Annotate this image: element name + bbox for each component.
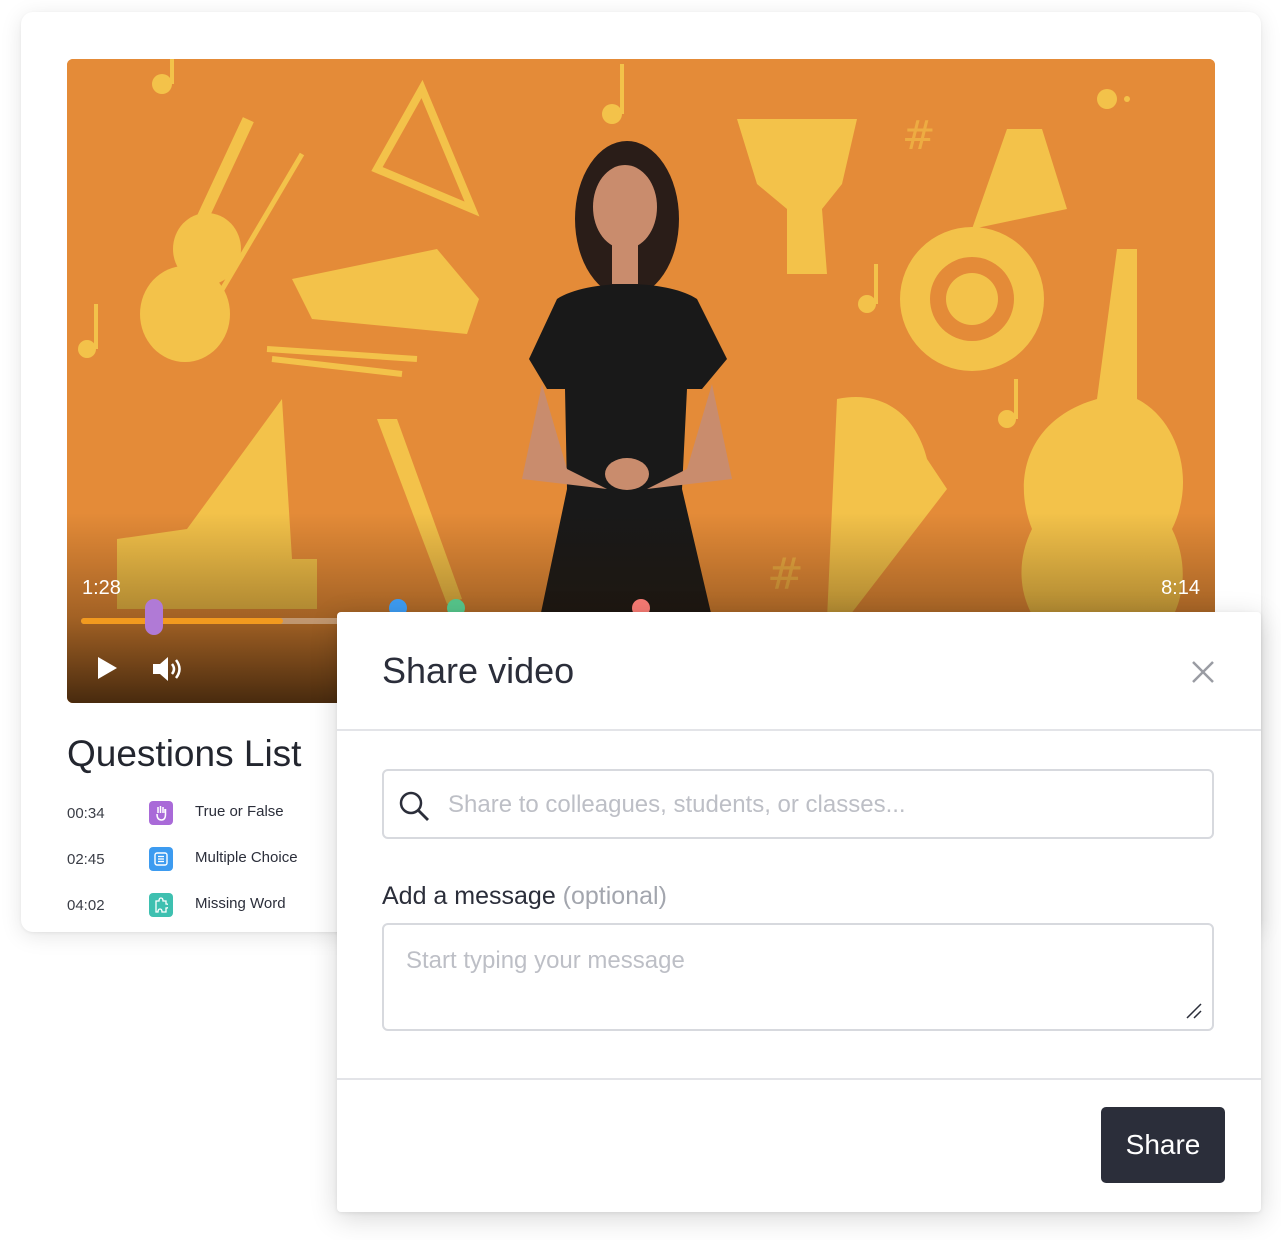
progress-played	[81, 618, 283, 624]
close-icon	[1192, 661, 1214, 683]
share-search-field[interactable]	[382, 769, 1214, 839]
footer-divider	[337, 1078, 1261, 1080]
message-label-text: Add a message	[382, 882, 556, 910]
header-divider	[337, 729, 1261, 731]
question-time: 00:34	[67, 805, 105, 822]
share-search-input[interactable]	[446, 783, 1190, 827]
message-optional-text: (optional)	[562, 882, 667, 910]
close-button[interactable]	[1189, 658, 1217, 686]
volume-icon	[153, 657, 181, 681]
list-icon	[149, 847, 173, 871]
hand-icon	[149, 801, 173, 825]
share-button[interactable]: Share	[1101, 1107, 1225, 1183]
puzzle-icon	[149, 893, 173, 917]
scrubber-handle[interactable]	[145, 599, 163, 635]
volume-button[interactable]	[151, 655, 185, 688]
play-icon	[98, 657, 117, 679]
question-time: 02:45	[67, 851, 105, 868]
dialog-title: Share video	[382, 650, 575, 691]
duration: 8:14	[1161, 577, 1200, 599]
message-field[interactable]	[382, 923, 1214, 1031]
svg-text:#: #	[902, 113, 936, 159]
question-label: True or False	[195, 803, 284, 820]
question-label: Multiple Choice	[195, 849, 298, 866]
message-label: Add a message (optional)	[382, 882, 667, 911]
resize-grip-icon[interactable]	[1186, 1003, 1202, 1019]
message-textarea[interactable]	[404, 945, 1188, 1019]
current-time: 1:28	[82, 577, 121, 599]
search-icon	[399, 791, 429, 821]
play-button[interactable]	[95, 655, 119, 686]
share-dialog: Share video Add a message (optional) Sha…	[337, 612, 1261, 1212]
video-player[interactable]: # # 1:28 8:14	[67, 59, 1215, 703]
question-label: Missing Word	[195, 895, 286, 912]
questions-list-title: Questions List	[67, 733, 302, 774]
question-time: 04:02	[67, 897, 105, 914]
